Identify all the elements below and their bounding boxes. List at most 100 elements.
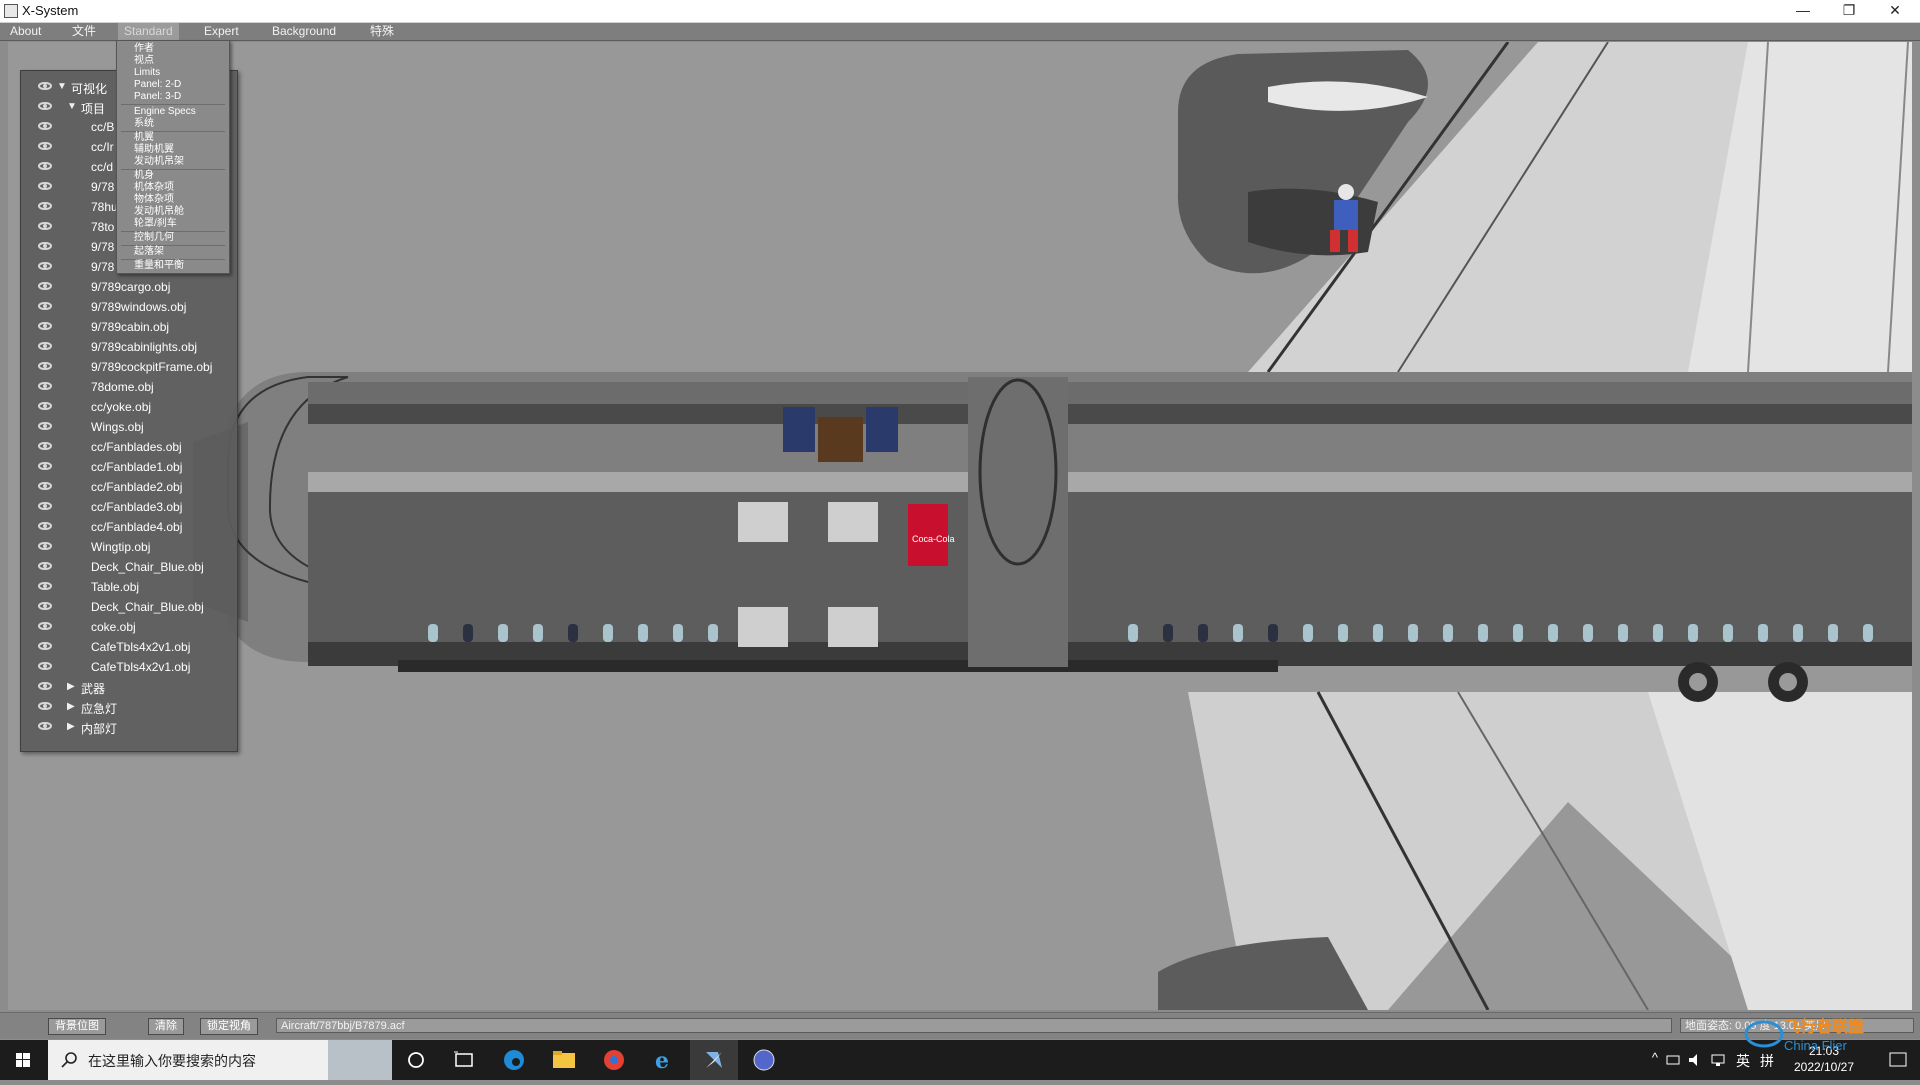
menu-item-landing-gear[interactable]: 起落架 bbox=[117, 246, 229, 258]
tree-row[interactable]: CafeTbls4x2v1.obj bbox=[21, 639, 237, 657]
visibility-eye-icon[interactable] bbox=[38, 82, 52, 90]
visibility-eye-icon[interactable] bbox=[38, 542, 52, 550]
visibility-eye-icon[interactable] bbox=[38, 442, 52, 450]
tree-row[interactable]: Deck_Chair_Blue.obj bbox=[21, 599, 237, 617]
menu-item-misc-bodies[interactable]: 机体杂项 bbox=[117, 182, 229, 194]
menu-item-author[interactable]: 作者 bbox=[117, 43, 229, 55]
tree-row[interactable]: cc/Fanblades.obj bbox=[21, 439, 237, 457]
background-bitmap-button[interactable]: 背景位图 bbox=[48, 1018, 106, 1035]
menu-item-wheel-fairings[interactable]: 轮罩/刹车 bbox=[117, 218, 229, 230]
tree-row[interactable]: cc/Fanblade3.obj bbox=[21, 499, 237, 517]
menu-item-engine-pylons[interactable]: 发动机吊架 bbox=[117, 156, 229, 168]
visibility-eye-icon[interactable] bbox=[38, 362, 52, 370]
tree-row[interactable]: 9/789cargo.obj bbox=[21, 279, 237, 297]
menu-about[interactable]: About bbox=[4, 23, 47, 40]
visibility-eye-icon[interactable] bbox=[38, 462, 52, 470]
visibility-eye-icon[interactable] bbox=[38, 482, 52, 490]
visibility-eye-icon[interactable] bbox=[38, 382, 52, 390]
start-button[interactable] bbox=[0, 1040, 46, 1080]
file-explorer-button[interactable] bbox=[540, 1040, 588, 1080]
visibility-eye-icon[interactable] bbox=[38, 522, 52, 530]
network-icon[interactable] bbox=[1710, 1053, 1726, 1067]
visibility-eye-icon[interactable] bbox=[38, 502, 52, 510]
visibility-eye-icon[interactable] bbox=[38, 102, 52, 110]
expand-arrow-icon[interactable]: ▶ bbox=[67, 721, 75, 732]
visibility-eye-icon[interactable] bbox=[38, 702, 52, 710]
expand-arrow-icon[interactable]: ▶ bbox=[67, 681, 75, 692]
menu-item-weight-balance[interactable]: 重量和平衡 bbox=[117, 260, 229, 272]
menu-item-systems[interactable]: 系统 bbox=[117, 118, 229, 130]
visibility-eye-icon[interactable] bbox=[38, 642, 52, 650]
menu-item-engine-specs[interactable]: Engine Specs bbox=[117, 106, 229, 118]
chevron-up-icon[interactable]: ^ bbox=[1652, 1050, 1658, 1065]
expand-arrow-icon[interactable]: ▶ bbox=[67, 701, 75, 712]
lock-view-button[interactable]: 锁定视角 bbox=[200, 1018, 258, 1035]
menu-item-wings[interactable]: 机翼 bbox=[117, 132, 229, 144]
tree-row[interactable]: 78dome.obj bbox=[21, 379, 237, 397]
tree-row[interactable]: Wingtip.obj bbox=[21, 539, 237, 557]
tree-row[interactable]: 9/789windows.obj bbox=[21, 299, 237, 317]
visibility-eye-icon[interactable] bbox=[38, 582, 52, 590]
cortana-button[interactable] bbox=[392, 1040, 440, 1080]
visibility-eye-icon[interactable] bbox=[38, 202, 52, 210]
visibility-eye-icon[interactable] bbox=[38, 262, 52, 270]
visibility-eye-icon[interactable] bbox=[38, 662, 52, 670]
visibility-eye-icon[interactable] bbox=[38, 282, 52, 290]
visibility-eye-icon[interactable] bbox=[38, 122, 52, 130]
close-button[interactable]: ✕ bbox=[1872, 0, 1918, 22]
visibility-eye-icon[interactable] bbox=[38, 142, 52, 150]
expand-arrow-icon[interactable]: ▼ bbox=[57, 81, 67, 92]
visibility-eye-icon[interactable] bbox=[38, 162, 52, 170]
menu-item-panel-2d[interactable]: Panel: 2-D bbox=[117, 79, 229, 91]
menu-file[interactable]: 文件 bbox=[66, 23, 102, 40]
tree-row[interactable]: cc/Fanblade2.obj bbox=[21, 479, 237, 497]
tree-row[interactable]: Deck_Chair_Blue.obj bbox=[21, 559, 237, 577]
tree-row[interactable]: Table.obj bbox=[21, 579, 237, 597]
tree-row[interactable]: 9/789cabinlights.obj bbox=[21, 339, 237, 357]
volume-icon[interactable] bbox=[1688, 1053, 1704, 1067]
taskbar-search-box[interactable]: 在这里输入你要搜索的内容 bbox=[48, 1040, 392, 1080]
visibility-eye-icon[interactable] bbox=[38, 302, 52, 310]
expand-arrow-icon[interactable]: ▼ bbox=[67, 101, 77, 112]
minimize-button[interactable]: — bbox=[1780, 0, 1826, 22]
tree-row[interactable]: Wings.obj bbox=[21, 419, 237, 437]
tree-row[interactable]: cc/yoke.obj bbox=[21, 399, 237, 417]
visibility-eye-icon[interactable] bbox=[38, 242, 52, 250]
menu-item-viewpoint[interactable]: 视点 bbox=[117, 55, 229, 67]
visibility-eye-icon[interactable] bbox=[38, 562, 52, 570]
restore-button[interactable]: ❐ bbox=[1826, 0, 1872, 22]
visibility-eye-icon[interactable] bbox=[38, 622, 52, 630]
menu-item-panel-3d[interactable]: Panel: 3-D bbox=[117, 91, 229, 103]
tree-row[interactable]: coke.obj bbox=[21, 619, 237, 637]
tree-row[interactable]: CafeTbls4x2v1.obj bbox=[21, 659, 237, 677]
battery-icon[interactable] bbox=[1666, 1053, 1682, 1067]
chrome-button[interactable] bbox=[590, 1040, 638, 1080]
tree-row[interactable]: cc/Fanblade4.obj bbox=[21, 519, 237, 537]
visibility-eye-icon[interactable] bbox=[38, 402, 52, 410]
menu-item-limits[interactable]: Limits bbox=[117, 67, 229, 79]
menu-item-misc-objects[interactable]: 物体杂项 bbox=[117, 194, 229, 206]
visibility-eye-icon[interactable] bbox=[38, 322, 52, 330]
clear-button[interactable]: 清除 bbox=[148, 1018, 184, 1035]
visibility-eye-icon[interactable] bbox=[38, 422, 52, 430]
menu-item-control-geometry[interactable]: 控制几何 bbox=[117, 232, 229, 244]
visibility-eye-icon[interactable] bbox=[38, 602, 52, 610]
menu-item-misc-wings[interactable]: 辅助机翼 bbox=[117, 144, 229, 156]
xplane-button[interactable] bbox=[740, 1040, 788, 1080]
task-view-button[interactable] bbox=[440, 1040, 488, 1080]
tree-row[interactable]: ▶ 应急灯 bbox=[21, 699, 237, 717]
menu-item-fuselage[interactable]: 机身 bbox=[117, 170, 229, 182]
visibility-eye-icon[interactable] bbox=[38, 722, 52, 730]
menu-expert[interactable]: Expert bbox=[198, 23, 245, 40]
visibility-eye-icon[interactable] bbox=[38, 222, 52, 230]
planemaker-button[interactable] bbox=[690, 1040, 738, 1080]
tree-row[interactable]: ▶ 内部灯 bbox=[21, 719, 237, 737]
menu-background[interactable]: Background bbox=[266, 23, 342, 40]
tree-row[interactable]: 9/789cockpitFrame.obj bbox=[21, 359, 237, 377]
menu-item-engine-nacelles[interactable]: 发动机吊舱 bbox=[117, 206, 229, 218]
tree-row[interactable]: ▶ 武器 bbox=[21, 679, 237, 697]
ie-button[interactable]: e bbox=[640, 1040, 688, 1080]
aircraft-3d-viewport[interactable]: Coca-Cola bbox=[8, 42, 1912, 1010]
tree-row[interactable]: cc/Fanblade1.obj bbox=[21, 459, 237, 477]
visibility-eye-icon[interactable] bbox=[38, 342, 52, 350]
